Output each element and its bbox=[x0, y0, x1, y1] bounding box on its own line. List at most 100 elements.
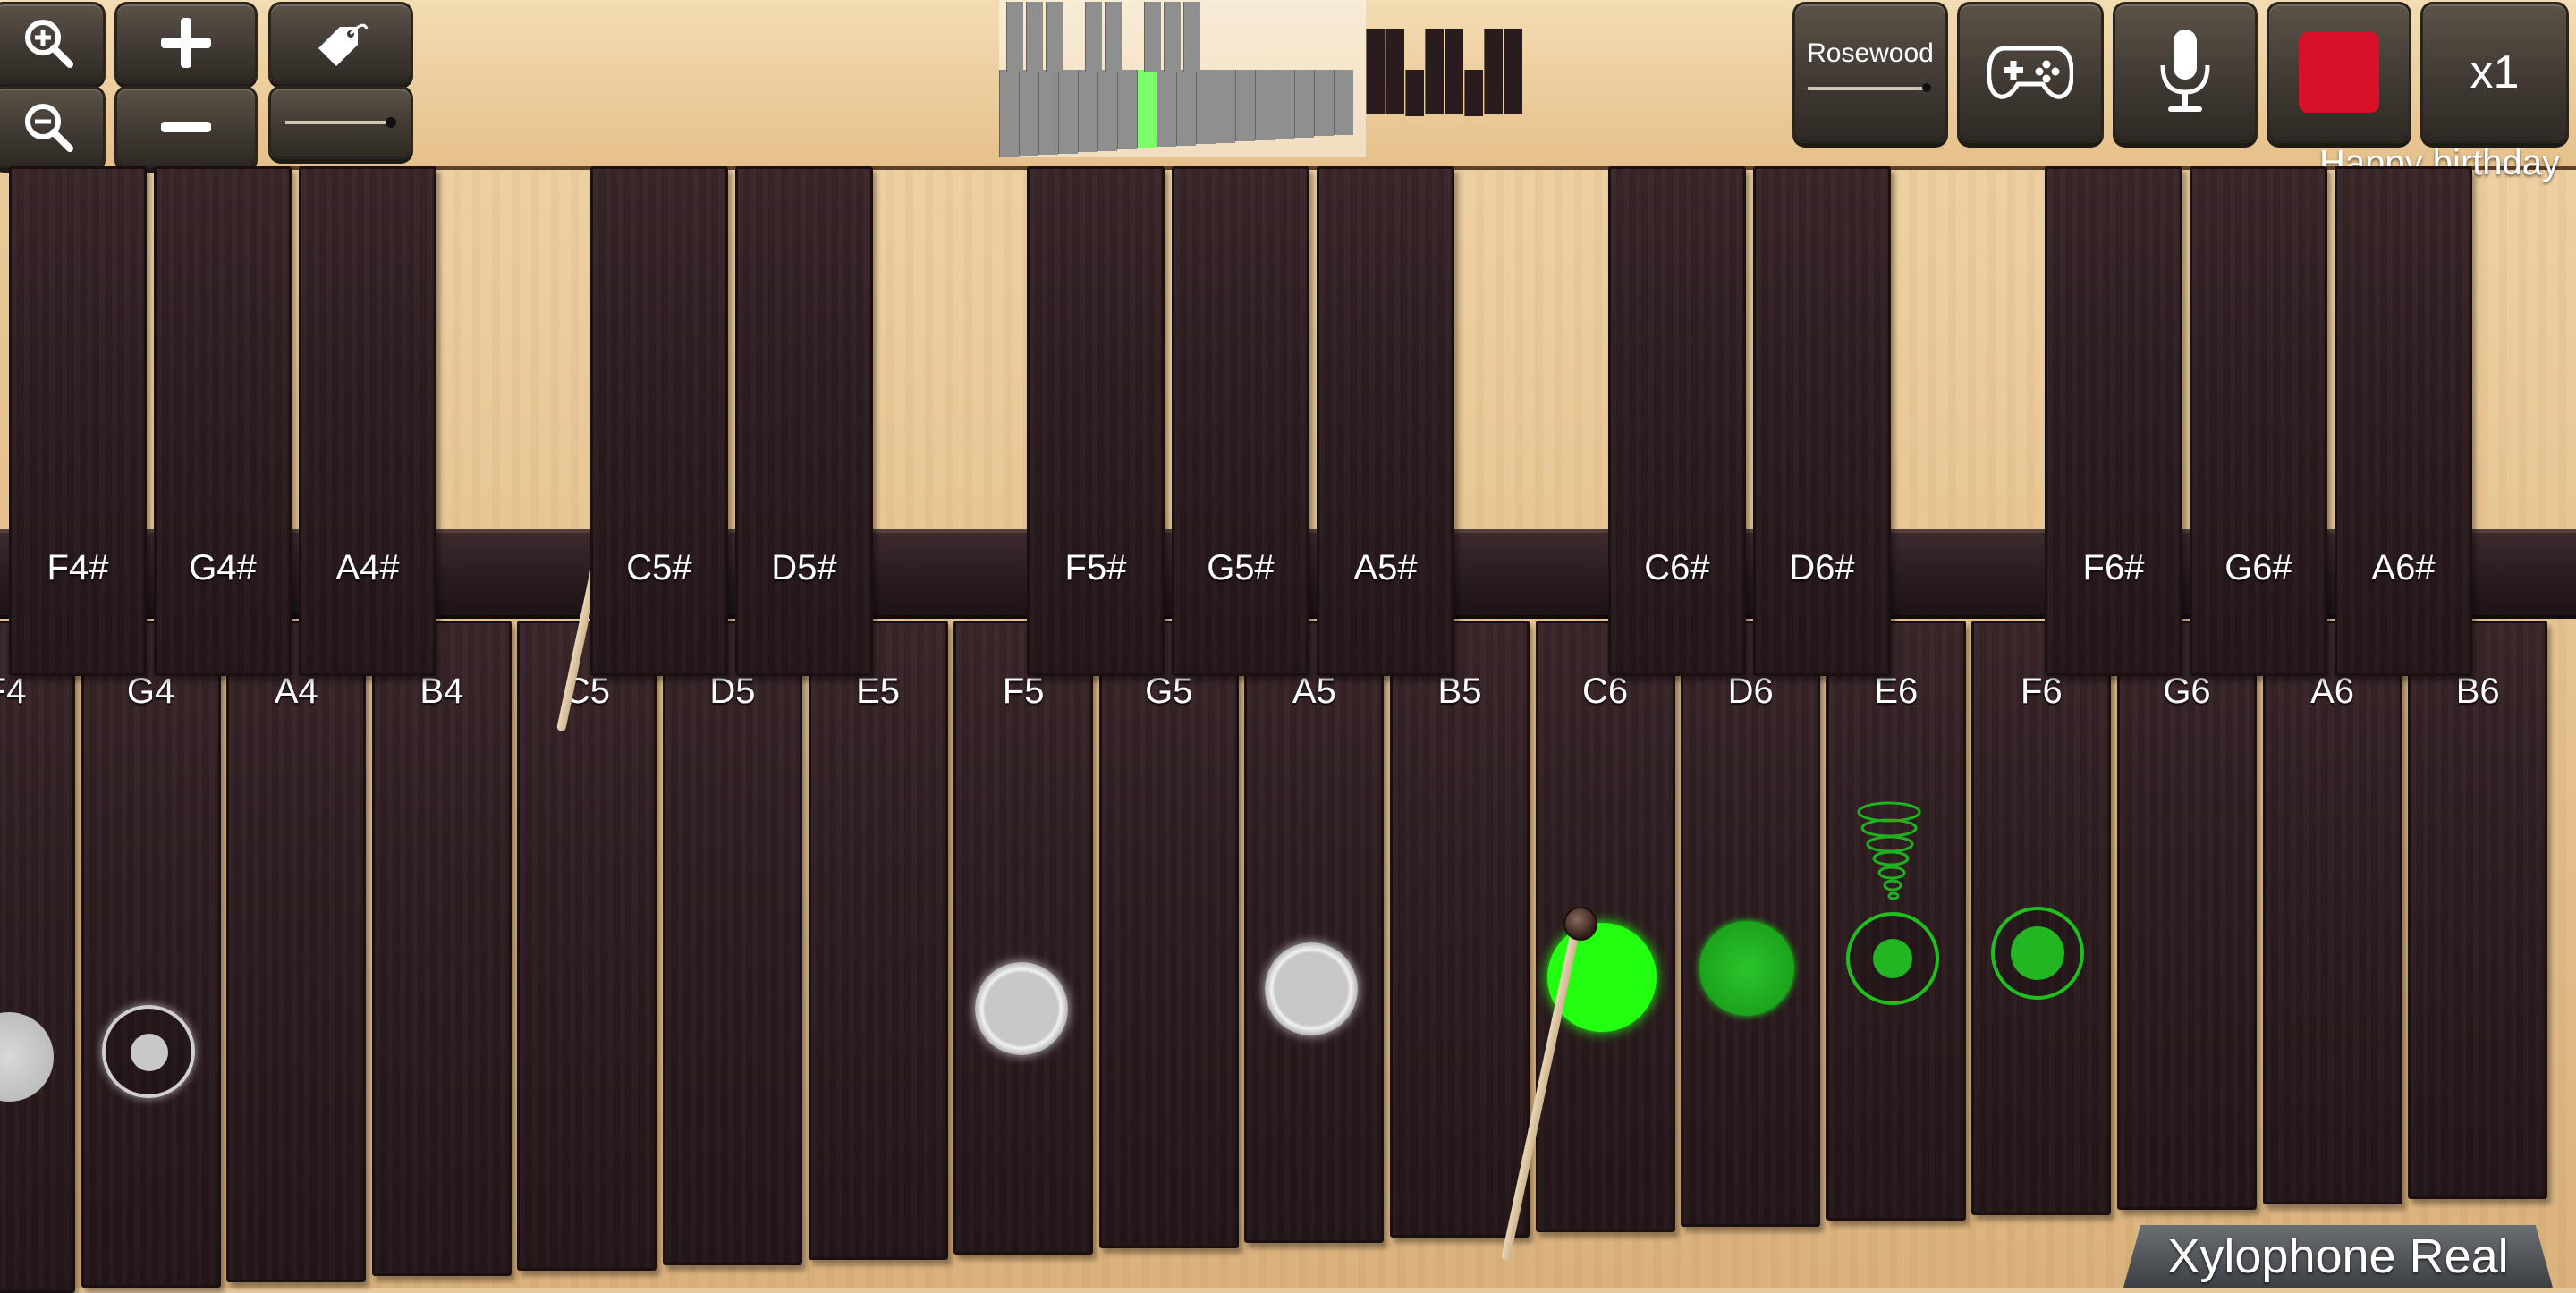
key-label: F5# bbox=[1064, 548, 1127, 587]
minimap-key bbox=[1196, 70, 1216, 144]
material-underline bbox=[1808, 87, 1926, 90]
key-a4[interactable]: A4 bbox=[226, 621, 367, 1282]
magnifier-minus-icon bbox=[25, 104, 73, 152]
key-f4-sharp[interactable]: F4# bbox=[9, 166, 147, 676]
key-g4[interactable]: G4 bbox=[80, 621, 221, 1288]
key-label: D6# bbox=[1789, 548, 1855, 587]
brand-badge: Xylophone Real bbox=[2123, 1225, 2553, 1288]
key-label: D6 bbox=[1727, 672, 1774, 711]
key-label: E6 bbox=[1874, 672, 1919, 711]
hit-marker bbox=[1265, 942, 1358, 1035]
key-f4[interactable]: F4 bbox=[0, 621, 75, 1293]
key-g5-sharp[interactable]: G5# bbox=[1172, 166, 1309, 676]
key-d6-sharp[interactable]: D6# bbox=[1753, 166, 1891, 676]
key-f5-sharp[interactable]: F5# bbox=[1027, 166, 1165, 676]
key-label: G6# bbox=[2224, 548, 2292, 587]
zoom-out-button[interactable] bbox=[0, 86, 106, 168]
minus-icon bbox=[161, 122, 211, 132]
minimap-sharp-key bbox=[1085, 2, 1102, 72]
key-g6-sharp[interactable]: G6# bbox=[2190, 166, 2327, 676]
key-f5[interactable]: F5 bbox=[953, 621, 1094, 1255]
minimap-key bbox=[1019, 70, 1038, 156]
key-c5[interactable]: C5 bbox=[517, 621, 657, 1271]
minimap-key bbox=[1097, 70, 1117, 151]
tag-icon bbox=[318, 23, 369, 66]
remove-button[interactable] bbox=[114, 86, 258, 168]
volume-slider-knob[interactable] bbox=[386, 117, 396, 128]
key-label: G5 bbox=[1145, 672, 1193, 711]
plus-icon bbox=[161, 18, 211, 68]
minimap-key bbox=[1235, 70, 1255, 141]
minimap-key bbox=[1216, 70, 1235, 143]
key-label: G4# bbox=[189, 548, 257, 587]
key-f6-sharp[interactable]: F6# bbox=[2045, 166, 2182, 676]
key-a6[interactable]: A6 bbox=[2262, 621, 2402, 1204]
minimap-sharp-key bbox=[1046, 2, 1063, 72]
minimap-key-outside bbox=[1445, 29, 1463, 114]
minimap-key bbox=[1314, 70, 1334, 136]
key-label: A5# bbox=[1353, 548, 1418, 587]
magnifier-plus-icon bbox=[25, 20, 73, 68]
key-label: C6# bbox=[1644, 548, 1710, 587]
hit-marker bbox=[102, 1005, 195, 1098]
minimap-sharp-key bbox=[1183, 2, 1200, 72]
key-a5-sharp[interactable]: A5# bbox=[1317, 166, 1454, 676]
minimap-sharp-key bbox=[1144, 2, 1161, 72]
key-label: A4 bbox=[274, 672, 318, 711]
key-label: E5 bbox=[856, 672, 901, 711]
minimap-key bbox=[1137, 70, 1157, 148]
label-tag-button[interactable] bbox=[268, 2, 413, 84]
minimap-key bbox=[1334, 70, 1353, 135]
material-dot bbox=[1922, 83, 1931, 92]
key-c5-sharp[interactable]: C5# bbox=[590, 166, 728, 676]
key-c6-sharp[interactable]: C6# bbox=[1608, 166, 1746, 676]
key-label: D5 bbox=[709, 672, 756, 711]
key-a6-sharp[interactable]: A6# bbox=[2334, 166, 2472, 676]
key-label: F6# bbox=[2082, 548, 2145, 587]
key-label: D5# bbox=[771, 548, 837, 587]
game-mode-button[interactable] bbox=[1957, 2, 2104, 143]
speed-label: x1 bbox=[2470, 46, 2520, 98]
key-b4[interactable]: B4 bbox=[371, 621, 512, 1276]
minimap-key-outside bbox=[1425, 29, 1444, 114]
minimap-key-outside bbox=[1504, 29, 1522, 114]
key-d5[interactable]: D5 bbox=[663, 621, 802, 1265]
key-d5-sharp[interactable]: D5# bbox=[735, 166, 873, 676]
right-mallet-head[interactable] bbox=[1563, 907, 1597, 941]
key-label: F5 bbox=[1002, 672, 1045, 711]
key-label: B6 bbox=[2455, 672, 2500, 711]
key-b5[interactable]: B5 bbox=[1390, 621, 1530, 1238]
microphone-icon bbox=[2160, 30, 2210, 112]
material-select-button[interactable]: Rosewood bbox=[1792, 2, 1948, 143]
minimap-key bbox=[1038, 70, 1058, 155]
gamepad-icon bbox=[1987, 46, 2073, 99]
key-label: C5# bbox=[626, 548, 692, 587]
key-g5[interactable]: G5 bbox=[1098, 621, 1239, 1248]
speed-button[interactable]: x1 bbox=[2420, 2, 2569, 143]
minimap-key bbox=[1117, 70, 1137, 149]
upcoming-note-center bbox=[1873, 939, 1912, 978]
add-button[interactable] bbox=[114, 2, 258, 84]
minimap-key-outside bbox=[1366, 29, 1385, 114]
key-a5[interactable]: A5 bbox=[1244, 621, 1385, 1243]
hit-marker bbox=[975, 962, 1068, 1055]
minimap-key bbox=[1255, 70, 1275, 140]
minimap-key-outside bbox=[1385, 29, 1404, 114]
key-g4-sharp[interactable]: G4# bbox=[154, 166, 292, 676]
upcoming-note-marker bbox=[1846, 912, 1939, 1005]
keyboard-minimap[interactable] bbox=[999, 0, 1366, 157]
key-e5[interactable]: E5 bbox=[808, 621, 948, 1260]
microphone-button[interactable] bbox=[2113, 2, 2258, 143]
material-label: Rosewood bbox=[1807, 38, 1934, 68]
record-button[interactable] bbox=[2267, 2, 2411, 143]
minimap-key-outside bbox=[1484, 29, 1503, 114]
volume-slider[interactable] bbox=[268, 86, 413, 159]
key-label: F4 bbox=[0, 672, 27, 711]
key-g6[interactable]: G6 bbox=[2117, 621, 2257, 1210]
key-b6[interactable]: B6 bbox=[2408, 621, 2548, 1199]
zoom-in-button[interactable] bbox=[0, 2, 106, 84]
key-label: B5 bbox=[1437, 672, 1482, 711]
upcoming-note-marker bbox=[1699, 921, 1794, 1016]
hit-marker-center bbox=[131, 1034, 168, 1071]
key-a4-sharp[interactable]: A4# bbox=[299, 166, 436, 676]
